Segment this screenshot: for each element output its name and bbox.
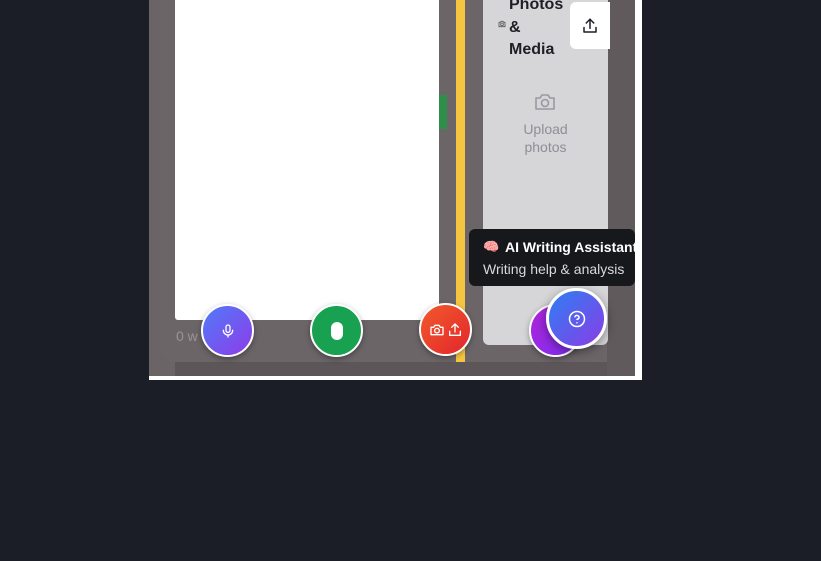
upload-icon (448, 322, 461, 336)
panel-title: Photos & Media (509, 0, 564, 58)
ai-writing-assistant-button[interactable] (546, 288, 607, 349)
tooltip-subtitle: Writing help & analysis (483, 261, 625, 277)
camera-icon (535, 94, 555, 110)
tooltip-title: AI Writing Assistant (505, 239, 638, 255)
upload-button[interactable] (570, 2, 610, 49)
upload-photos-label[interactable]: Upload photos (503, 120, 588, 156)
word-count: 0 w (176, 328, 198, 344)
media-button[interactable] (419, 303, 472, 356)
brain-icon: 🧠 (483, 239, 500, 254)
background-accent (439, 95, 447, 129)
pill-icon (330, 321, 343, 340)
record-button[interactable] (310, 304, 363, 357)
camera-icon (429, 324, 444, 335)
assistant-tooltip: 🧠 AI Writing Assistant Writing help & an… (469, 229, 638, 286)
camera-icon (498, 20, 506, 28)
help-circle-icon (568, 310, 585, 327)
background-strip (607, 0, 635, 376)
voice-input-button[interactable] (201, 304, 254, 357)
upload-icon (583, 18, 597, 33)
microphone-icon (222, 323, 233, 338)
text-editor[interactable] (175, 0, 439, 320)
